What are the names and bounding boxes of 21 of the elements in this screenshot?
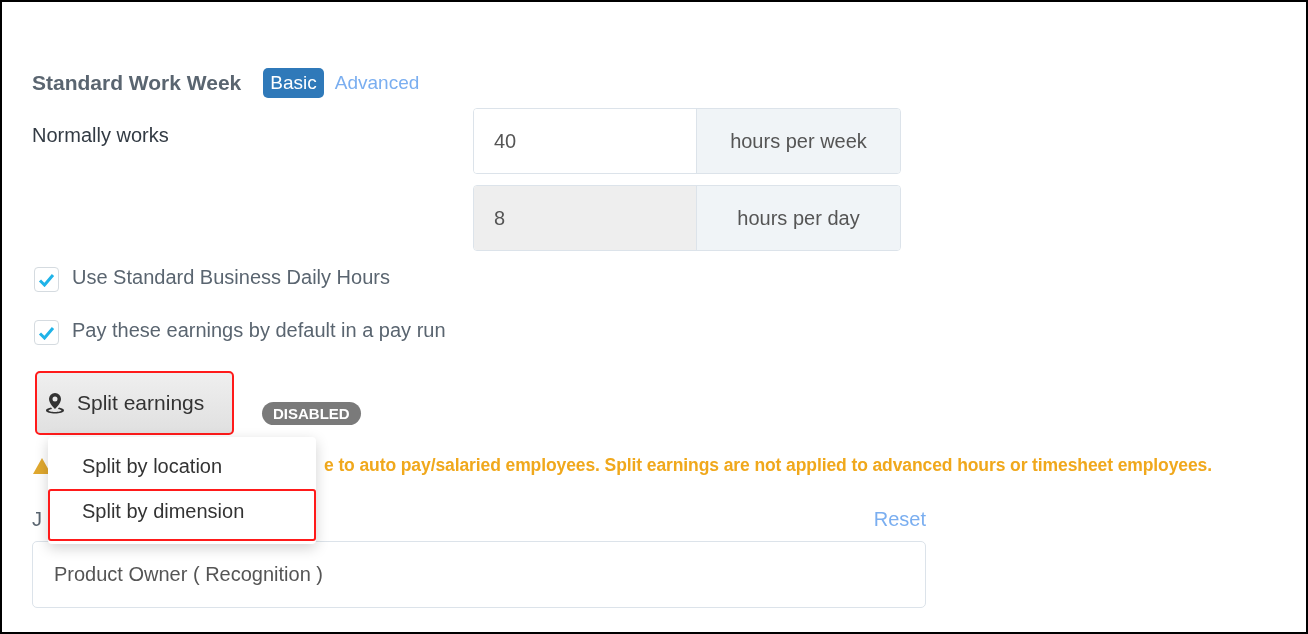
map-pin-icon xyxy=(43,391,67,415)
job-field[interactable]: Product Owner ( Recognition ) xyxy=(32,541,926,608)
checkbox[interactable] xyxy=(34,267,59,292)
mode-tab[interactable]: Basic xyxy=(263,68,324,98)
section-title: Standard Work Week xyxy=(32,71,242,95)
status-badge: DISABLED xyxy=(262,401,361,425)
menu-item[interactable]: Split by dimension xyxy=(48,489,316,541)
split-earnings-button[interactable]: Split earnings xyxy=(35,371,234,435)
hours-input[interactable]: 40 xyxy=(474,109,697,173)
warning-text: e to auto pay/salaried employees. Split earnings are not applied to advanced hours or timesheet employees. xyxy=(324,455,1212,476)
check-icon xyxy=(38,325,55,340)
hours-label: Normally works xyxy=(32,123,170,148)
menu-item[interactable]: Split by location xyxy=(48,443,316,489)
unit-label: hours per week xyxy=(697,109,900,173)
check-icon xyxy=(38,272,55,287)
unit-label: hours per day xyxy=(697,186,900,250)
checkbox-label: Use Standard Business Daily Hours xyxy=(72,266,390,289)
checkbox[interactable] xyxy=(34,320,59,345)
hours-field[interactable]: 40 hours per week xyxy=(473,108,901,174)
checkbox-label: Pay these earnings by default in a pay run xyxy=(72,319,446,342)
field-label: J xyxy=(32,508,42,531)
